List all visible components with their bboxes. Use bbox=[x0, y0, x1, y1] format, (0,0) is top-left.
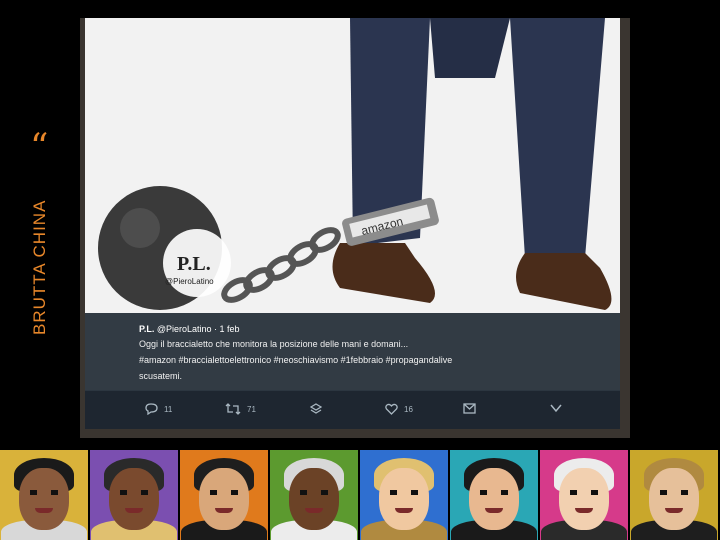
portrait-eyes bbox=[30, 490, 58, 495]
portrait-panel bbox=[450, 450, 540, 540]
ball-and-chain-image: amazon P.L. @PieroLatino bbox=[98, 18, 612, 310]
portrait-mouth bbox=[305, 508, 323, 513]
slide-vertical-title: BRUTTA CHINA bbox=[30, 199, 49, 335]
portrait-strip bbox=[0, 450, 720, 540]
layers-icon bbox=[310, 403, 322, 414]
chevron-down-icon bbox=[550, 404, 562, 413]
portrait-eyes bbox=[390, 490, 418, 495]
ball-and-chain-photo: amazon P.L. @PieroLatino bbox=[85, 18, 620, 313]
portrait-mouth bbox=[485, 508, 503, 513]
portrait-panel bbox=[270, 450, 360, 540]
retweet-count: 71 bbox=[247, 404, 256, 414]
stamp-main-text: P.L. bbox=[177, 253, 211, 275]
portrait-mouth bbox=[395, 508, 413, 513]
like-button[interactable]: 16 bbox=[385, 403, 413, 415]
like-count: 16 bbox=[404, 404, 413, 414]
tweet-text-line-2[interactable]: #amazon #braccialettoelettronico #neosch… bbox=[139, 355, 452, 365]
reply-count: 11 bbox=[164, 404, 173, 414]
reply-button[interactable]: 11 bbox=[145, 403, 172, 415]
stamp-handle-text: @PieroLatino bbox=[165, 277, 214, 286]
layers-button[interactable] bbox=[310, 403, 322, 415]
retweet-button[interactable]: 71 bbox=[225, 403, 256, 415]
portrait-face bbox=[109, 468, 159, 530]
tweet-text-line-1: Oggi il braccialetto che monitora la pos… bbox=[139, 339, 409, 349]
quote-mark: “ bbox=[30, 127, 49, 168]
tweet-handle[interactable]: @PieroLatino bbox=[157, 324, 212, 334]
portrait-face bbox=[469, 468, 519, 530]
tweet-time[interactable]: · 1 feb bbox=[214, 324, 240, 334]
tweet-header: P.L. @PieroLatino · 1 feb bbox=[139, 324, 240, 334]
portrait-mouth bbox=[665, 508, 683, 513]
portrait-eyes bbox=[660, 490, 688, 495]
portrait-panel bbox=[360, 450, 450, 540]
portrait-panel bbox=[540, 450, 630, 540]
reply-icon bbox=[145, 403, 158, 415]
portrait-mouth bbox=[215, 508, 233, 513]
portrait-mouth bbox=[575, 508, 593, 513]
retweet-icon bbox=[225, 403, 241, 415]
tweet-card: P.L. @PieroLatino · 1 feb Oggi il bracci… bbox=[85, 313, 620, 390]
portrait-panel bbox=[630, 450, 720, 540]
portrait-panel bbox=[0, 450, 90, 540]
portrait-face bbox=[649, 468, 699, 530]
portrait-panel bbox=[90, 450, 180, 540]
portrait-face bbox=[199, 468, 249, 530]
envelope-icon bbox=[463, 403, 476, 414]
portrait-eyes bbox=[570, 490, 598, 495]
portrait-panel bbox=[180, 450, 270, 540]
portrait-eyes bbox=[480, 490, 508, 495]
message-button[interactable] bbox=[463, 403, 476, 414]
portrait-face bbox=[19, 468, 69, 530]
tweet-author[interactable]: P.L. bbox=[139, 324, 154, 334]
portrait-face bbox=[559, 468, 609, 530]
tweet-action-bar: 11 71 16 bbox=[85, 390, 620, 429]
portrait-face bbox=[379, 468, 429, 530]
portrait-mouth bbox=[35, 508, 53, 513]
portrait-eyes bbox=[120, 490, 148, 495]
more-options-button[interactable] bbox=[550, 403, 562, 413]
portrait-eyes bbox=[300, 490, 328, 495]
tweet-text-line-3: scusatemi. bbox=[139, 371, 183, 381]
portrait-eyes bbox=[210, 490, 238, 495]
portrait-mouth bbox=[125, 508, 143, 513]
heart-icon bbox=[385, 403, 398, 415]
portrait-face bbox=[289, 468, 339, 530]
